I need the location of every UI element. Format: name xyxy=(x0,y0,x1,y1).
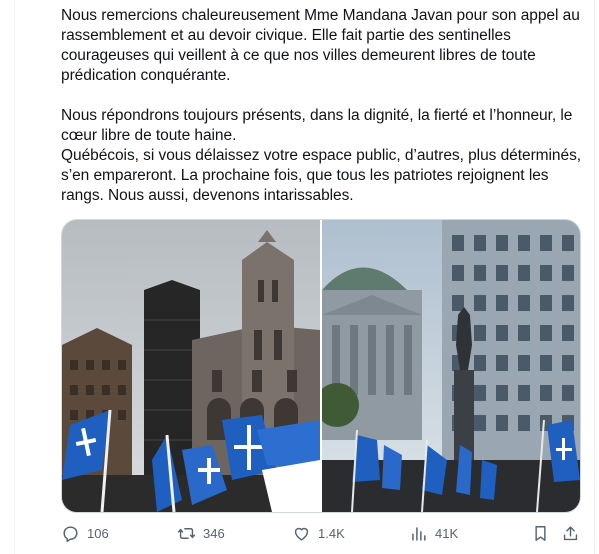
tweet-line: Québécois, si vous délaissez votre espac… xyxy=(61,147,582,204)
like-count: 1.4K xyxy=(318,526,345,541)
share-button[interactable] xyxy=(561,524,580,543)
photo-plaza[interactable] xyxy=(322,220,580,512)
views-count: 41K xyxy=(435,526,459,541)
reply-icon xyxy=(63,526,78,543)
views-icon xyxy=(412,527,426,541)
bookmark-button[interactable] xyxy=(531,524,550,543)
views-button[interactable]: 41K xyxy=(409,524,458,543)
plaza-image xyxy=(322,220,580,512)
share-icon xyxy=(563,526,578,541)
repost-count: 346 xyxy=(203,526,225,541)
like-button[interactable]: 1.4K xyxy=(292,524,345,543)
cathedral-image xyxy=(62,220,320,512)
timeline-border-right xyxy=(594,0,595,554)
tweet-text: Nous remercions chaleureusement Mme Mand… xyxy=(61,6,586,206)
tweet-paragraph: Nous remercions chaleureusement Mme Mand… xyxy=(61,7,580,84)
tweet-line: Nous répondrons toujours présents, dans … xyxy=(61,107,573,144)
reply-count: 106 xyxy=(87,526,109,541)
photo-cathedral[interactable] xyxy=(62,220,320,512)
media-grid xyxy=(61,219,581,513)
tweet-paragraph: Nous répondrons toujours présents, dans … xyxy=(61,106,586,206)
reply-button[interactable]: 106 xyxy=(61,524,109,543)
repost-icon xyxy=(177,528,196,539)
timeline-border-left xyxy=(14,0,15,554)
tweet-actions: 106 346 1.4K 41K xyxy=(0,520,599,548)
repost-button[interactable]: 346 xyxy=(177,524,225,543)
like-icon xyxy=(294,527,309,541)
bookmark-icon xyxy=(535,526,546,541)
